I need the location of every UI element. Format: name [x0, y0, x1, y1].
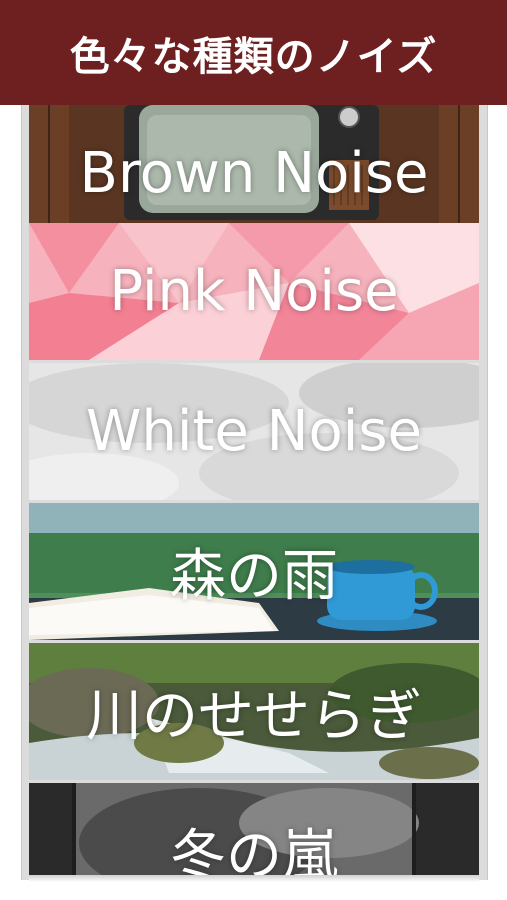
list-item-river-stream[interactable]: 川のせせらぎ [29, 643, 479, 780]
list-item-winter-storm[interactable]: 冬の嵐 [29, 783, 479, 875]
app-header: 色々な種類のノイズ [0, 0, 507, 105]
list-item-forest-rain[interactable]: 森の雨 [29, 503, 479, 640]
item-label: Brown Noise [79, 141, 429, 206]
list-item-white-noise[interactable]: White Noise [29, 363, 479, 500]
page-title: 色々な種類のノイズ [69, 33, 438, 80]
noise-list: Brown Noise Pink Noise White Noise 森の雨 川… [29, 105, 479, 875]
item-label: White Noise [86, 399, 422, 464]
list-item-brown-noise[interactable]: Brown Noise [29, 105, 479, 242]
item-label: 川のせせらぎ [86, 684, 422, 749]
list-item-pink-noise[interactable]: Pink Noise [29, 223, 479, 360]
item-label: 森の雨 [170, 544, 338, 609]
item-label: 冬の嵐 [170, 824, 338, 875]
item-label: Pink Noise [109, 259, 399, 324]
